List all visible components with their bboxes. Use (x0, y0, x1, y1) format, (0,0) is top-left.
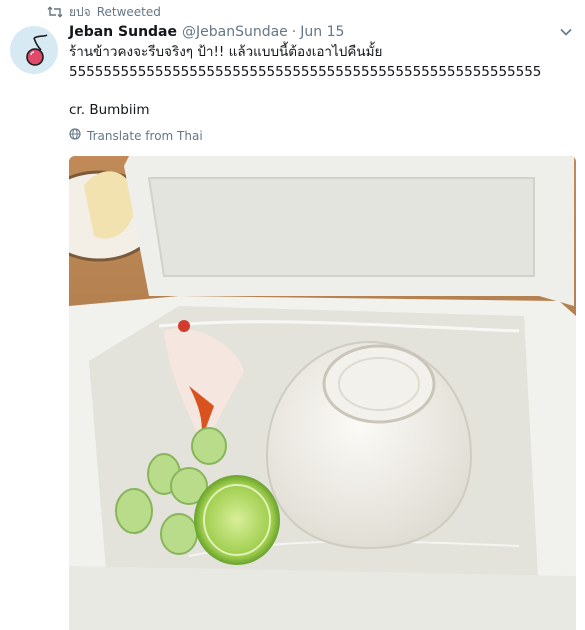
tweet-text: ร้านข้าวคงจะรีบจริงๆ ป้า!! แล้วแบบนี้ต้อ… (69, 42, 569, 120)
tweet-line-2: 5555555555555555555555555555555555555555… (69, 64, 542, 80)
retweet-icon (47, 6, 63, 18)
retweet-label: Retweeted (96, 5, 161, 19)
cherry-avatar-icon (26, 34, 48, 66)
tweet-credit: cr. Bumbiim (69, 102, 150, 118)
retweet-context: ยปจ Retweeted (47, 4, 161, 20)
translate-link[interactable]: Translate from Thai (69, 128, 203, 143)
retweet-user[interactable]: ยปจ (69, 3, 91, 22)
tweet-photo[interactable] (69, 156, 576, 630)
translate-label: Translate from Thai (87, 128, 203, 143)
globe-icon (69, 128, 81, 143)
display-name[interactable]: Jeban Sundae (69, 24, 177, 40)
user-handle[interactable]: @JebanSundae (182, 24, 288, 40)
tweet-header: Jeban Sundae @JebanSundae · Jun 15 (69, 22, 573, 42)
avatar[interactable] (10, 26, 58, 74)
separator: · (291, 24, 297, 40)
tweet-line-1: ร้านข้าวคงจะรีบจริงๆ ป้า!! แล้วแบบนี้ต้อ… (69, 44, 383, 60)
tweet-date[interactable]: Jun 15 (300, 24, 344, 40)
chevron-down-icon[interactable] (559, 24, 573, 43)
